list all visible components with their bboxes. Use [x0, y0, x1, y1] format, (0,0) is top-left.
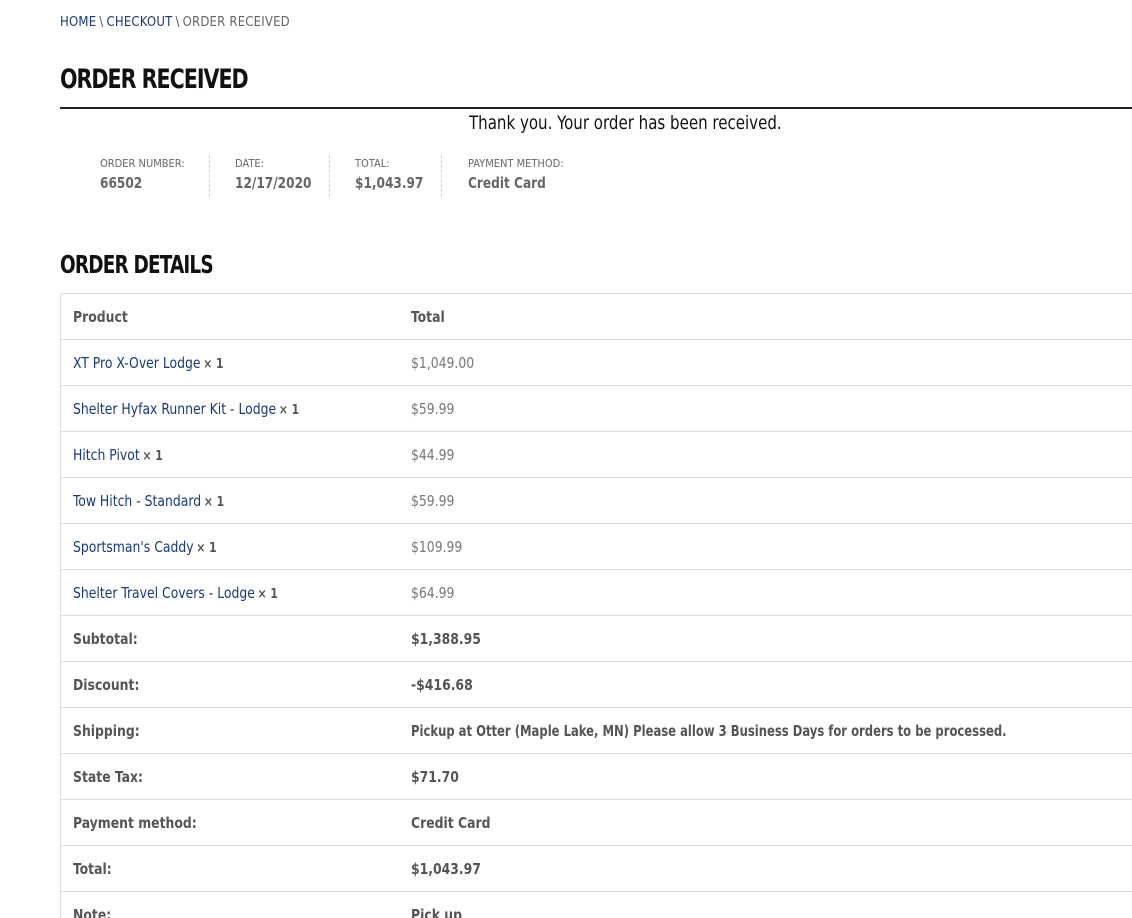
order-total-value: $1,043.97	[410, 859, 481, 878]
shipping-label: Shipping:	[73, 721, 140, 740]
product-total: $1,049.00	[410, 353, 474, 372]
product-quantity: × 1	[196, 540, 217, 556]
product-quantity: × 1	[203, 494, 225, 510]
date-label: DATE:	[235, 157, 264, 170]
breadcrumb-separator: \	[99, 15, 104, 30]
payment-method-value: Credit Card	[468, 174, 546, 192]
product-cell: Hitch Pivot × 1	[61, 432, 399, 478]
note-value: Pick up	[410, 905, 462, 918]
table-row: Sportsman's Caddy × 1 $109.99	[60, 524, 1132, 570]
product-link[interactable]: XT Pro X-Over Lodge	[73, 354, 201, 372]
product-total: $59.99	[410, 399, 454, 418]
product-cell: Sportsman's Caddy × 1	[61, 524, 399, 570]
product-total: $109.99	[410, 537, 462, 556]
state-tax-label: State Tax:	[73, 767, 143, 786]
order-details-table: Product Total XT Pro X-Over Lodge × 1 $1,…	[60, 293, 1132, 918]
product-cell: Shelter Travel Covers - Lodge × 1	[61, 570, 399, 616]
page-title: ORDER RECEIVED	[60, 64, 249, 95]
product-link[interactable]: Hitch Pivot	[73, 446, 140, 464]
total-column-header: Total	[410, 307, 445, 326]
product-column-header: Product	[73, 307, 128, 326]
payment-method-row: Payment method: Credit Card	[60, 800, 1132, 846]
subtotal-row: Subtotal: $1,388.95	[60, 616, 1132, 662]
note-label: Note:	[73, 905, 112, 918]
thank-you-message: Thank you. Your order has been received.	[469, 112, 782, 134]
discount-value: -$416.68	[410, 675, 473, 694]
order-total-label: Total:	[73, 859, 112, 878]
payment-method-label: PAYMENT METHOD:	[468, 157, 564, 170]
table-header-row: Product Total	[60, 294, 1132, 340]
title-divider	[60, 107, 1132, 109]
product-link[interactable]: Shelter Travel Covers - Lodge	[73, 584, 255, 602]
breadcrumb-current: ORDER RECEIVED	[182, 15, 290, 30]
table-row: Shelter Hyfax Runner Kit - Lodge × 1 $59.…	[60, 386, 1132, 432]
product-quantity: × 1	[278, 402, 300, 418]
product-cell: Shelter Hyfax Runner Kit - Lodge × 1	[61, 386, 399, 432]
note-row: Note: Pick up	[61, 892, 1132, 918]
order-overview: ORDER NUMBER: 66502 DATE: 12/17/2020 TOT…	[60, 155, 642, 197]
state-tax-value: $71.70	[410, 767, 459, 786]
total-label: TOTAL:	[355, 157, 390, 170]
breadcrumb-home-link[interactable]: HOME	[60, 15, 96, 30]
order-details-title: ORDER DETAILS	[60, 250, 214, 279]
product-total: $44.99	[410, 445, 454, 464]
table-row: XT Pro X-Over Lodge × 1 $1,049.00	[60, 340, 1132, 386]
breadcrumb-checkout-link[interactable]: CHECKOUT	[106, 15, 172, 30]
state-tax-row: State Tax: $71.70	[60, 754, 1132, 800]
product-quantity: × 1	[257, 586, 278, 602]
product-cell: Tow Hitch - Standard × 1	[61, 478, 399, 524]
overview-payment-method: PAYMENT METHOD: Credit Card	[442, 155, 642, 197]
product-cell: XT Pro X-Over Lodge × 1	[61, 340, 399, 386]
product-link[interactable]: Tow Hitch - Standard	[73, 492, 201, 510]
product-total: $59.99	[410, 491, 454, 510]
breadcrumb: HOME \ CHECKOUT \ ORDER RECEIVED	[60, 15, 290, 30]
table-row: Shelter Travel Covers - Lodge × 1 $64.99	[60, 570, 1132, 616]
product-link[interactable]: Shelter Hyfax Runner Kit - Lodge	[73, 400, 276, 418]
product-total: $64.99	[410, 583, 454, 602]
overview-order-number: ORDER NUMBER: 66502	[60, 155, 209, 197]
overview-date: DATE: 12/17/2020	[210, 155, 329, 197]
product-quantity: × 1	[203, 356, 224, 372]
discount-row: Discount: -$416.68	[60, 662, 1132, 708]
overview-total: TOTAL: $1,043.97	[330, 155, 441, 197]
product-link[interactable]: Sportsman's Caddy	[73, 538, 194, 556]
subtotal-label: Subtotal:	[73, 629, 138, 648]
shipping-value: Pickup at Otter (Maple Lake, MN) Please …	[410, 721, 1007, 740]
table-row: Tow Hitch - Standard × 1 $59.99	[60, 478, 1132, 524]
product-quantity: × 1	[142, 448, 163, 464]
date-value: 12/17/2020	[235, 174, 312, 192]
total-row: Total: $1,043.97	[60, 846, 1132, 892]
shipping-row: Shipping: Pickup at Otter (Maple Lake, M…	[60, 708, 1132, 754]
discount-label: Discount:	[73, 675, 140, 694]
subtotal-value: $1,388.95	[410, 629, 481, 648]
payment-method-row-value: Credit Card	[410, 813, 491, 832]
table-row: Hitch Pivot × 1 $44.99	[60, 432, 1132, 478]
breadcrumb-separator: \	[175, 15, 180, 30]
order-number-label: ORDER NUMBER:	[100, 157, 185, 170]
total-value: $1,043.97	[355, 174, 424, 192]
order-number-value: 66502	[100, 174, 143, 192]
payment-method-row-label: Payment method:	[73, 813, 197, 832]
